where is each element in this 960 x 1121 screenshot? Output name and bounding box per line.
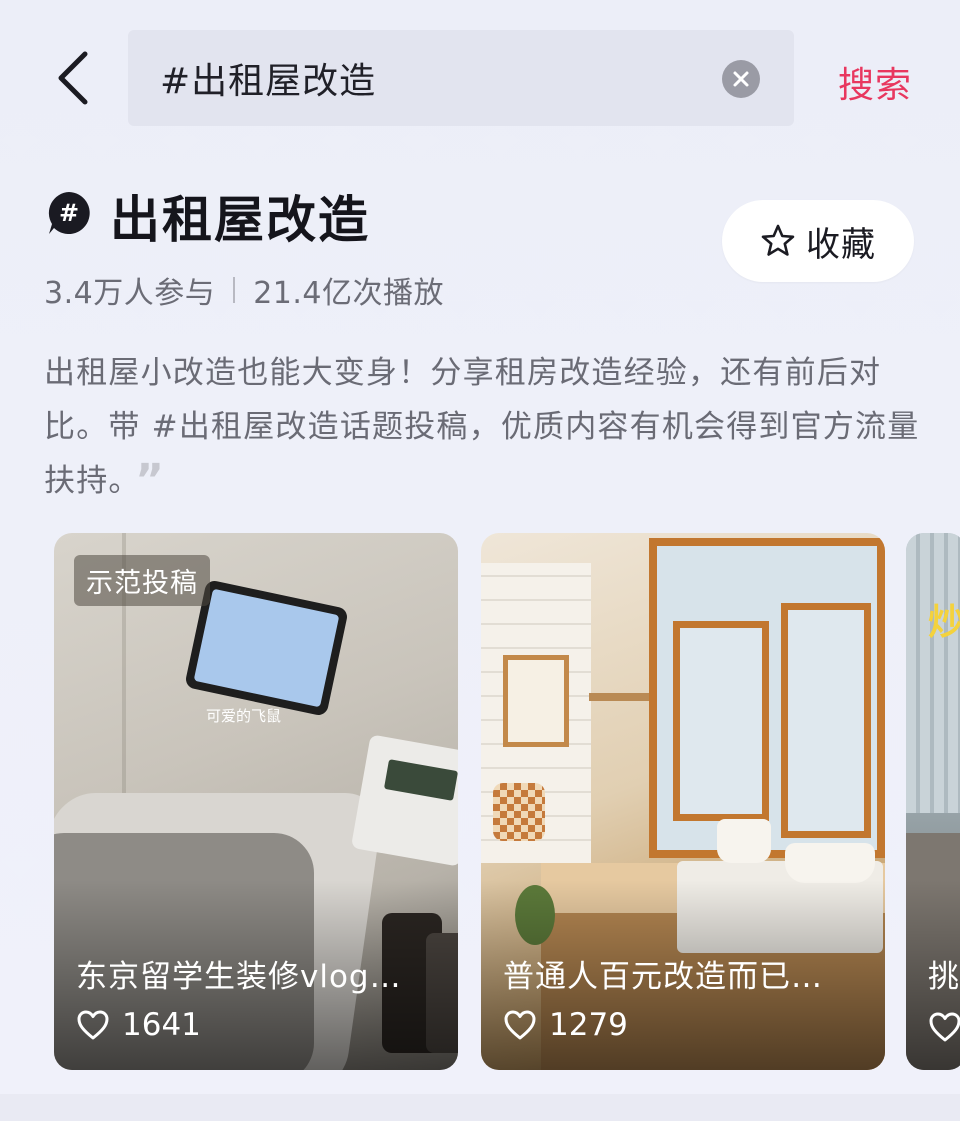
control-panel xyxy=(350,734,458,867)
search-query: #出租屋改造 xyxy=(160,61,377,102)
checker-board xyxy=(493,783,545,841)
window-pane-right xyxy=(781,603,871,838)
search-input[interactable]: #出租屋改造 xyxy=(128,30,794,126)
svg-text:#: # xyxy=(59,199,79,227)
wall-poster xyxy=(503,655,569,747)
like-count[interactable]: 1279 xyxy=(503,1007,628,1043)
video-card-1[interactable]: 可爱的飞鼠 示范投稿 东京留学生装修vlog… 1641 xyxy=(54,533,458,1070)
back-arrow-icon xyxy=(58,51,88,105)
card-title: 挑 xyxy=(928,959,959,995)
like-number: 1279 xyxy=(549,1007,628,1043)
favorite-label: 收藏 xyxy=(806,224,876,265)
clear-button[interactable] xyxy=(722,60,760,98)
card-title: 东京留学生装修vlog… xyxy=(76,959,402,995)
video-card-2[interactable]: 普通人百元改造而已… 1279 xyxy=(481,533,885,1070)
wall-shelf xyxy=(589,693,649,701)
featured-badge: 示范投稿 xyxy=(74,555,210,606)
topic-stats: 3.4万人参与 21.4亿次播放 xyxy=(44,268,444,312)
window-pane-left xyxy=(673,621,769,821)
tablet-caption: 可爱的飞鼠 xyxy=(206,707,282,725)
like-number: 1641 xyxy=(122,1007,201,1043)
topic-title: 出租屋改造 xyxy=(110,191,370,249)
topic-description: 出租屋小改造也能大变身！分享租房改造经验，还有前后对比。带 #出租屋改造话题投稿… xyxy=(44,346,924,508)
like-count[interactable]: 1641 xyxy=(76,1007,201,1043)
heart-icon xyxy=(504,1010,536,1040)
heart-icon xyxy=(77,1010,109,1040)
favorite-button[interactable]: 收藏 xyxy=(722,200,914,282)
pot-left xyxy=(717,819,771,863)
plays-count: 21.4亿次播放 xyxy=(253,276,445,311)
heart-icon xyxy=(929,1012,960,1042)
stats-divider xyxy=(233,277,236,303)
participants-count: 3.4万人参与 xyxy=(44,276,216,311)
curtain xyxy=(906,533,960,813)
card-title: 普通人百元改造而已… xyxy=(503,959,823,995)
pot-right xyxy=(785,843,875,883)
bottom-divider xyxy=(0,1094,960,1121)
back-button[interactable] xyxy=(44,48,100,108)
card-overlay-text: 炒 xyxy=(928,602,960,643)
star-icon xyxy=(761,224,795,256)
video-card-3[interactable]: 炒 挑 xyxy=(906,533,960,1070)
quote-icon: ” xyxy=(135,455,166,506)
clear-icon xyxy=(733,71,749,87)
search-button[interactable]: 搜索 xyxy=(838,56,912,108)
description-text: 出租屋小改造也能大变身！分享租房改造经验，还有前后对比。带 #出租屋改造话题投稿… xyxy=(44,355,920,499)
hashtag-bubble-icon: # xyxy=(48,192,90,234)
